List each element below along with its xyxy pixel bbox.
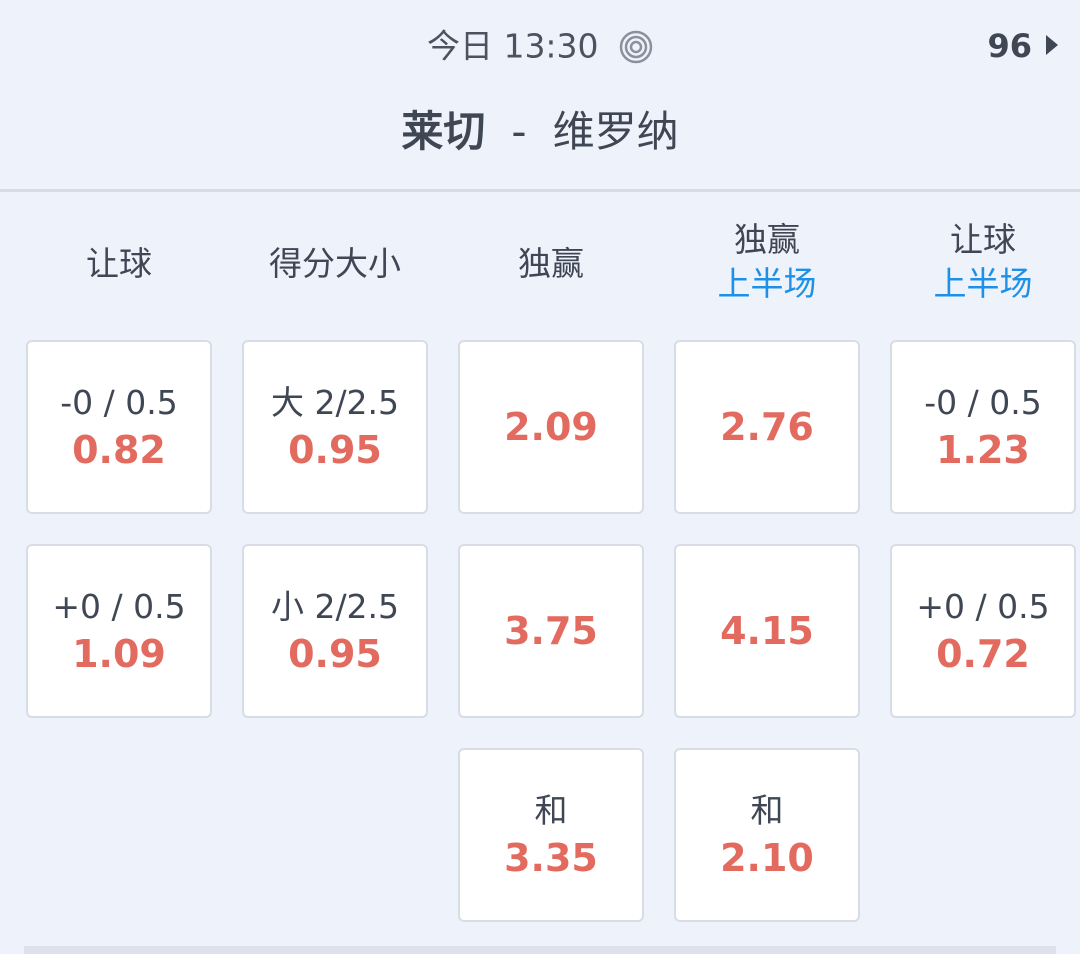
- odds-value: 0.95: [288, 632, 382, 676]
- odds-cell[interactable]: -0 / 0.5 0.82: [26, 340, 212, 514]
- odds-line: 和: [750, 791, 784, 830]
- odds-value: 0.95: [288, 428, 382, 472]
- odds-value: 3.35: [504, 836, 598, 880]
- odds-cell[interactable]: +0 / 0.5 0.72: [890, 544, 1076, 718]
- match-teams: 莱切 - 维罗纳: [0, 102, 1080, 162]
- column-header-sub: 上半场: [933, 264, 1033, 303]
- header-divider: [0, 189, 1080, 192]
- odds-value: 2.09: [504, 405, 598, 449]
- odds-line: 大 2/2.5: [270, 383, 400, 422]
- odds-cell[interactable]: 和 3.35: [458, 748, 644, 922]
- column-header: 得分大小: [240, 242, 430, 286]
- column-header-title: 让球: [86, 244, 152, 283]
- match-time: 今日 13:30: [426, 26, 599, 66]
- odds-cell[interactable]: 4.15: [674, 544, 860, 718]
- match-time-row: 今日 13:30: [0, 22, 1080, 70]
- column-header-title: 独赢: [734, 220, 800, 259]
- match-header: 今日 13:30 96 莱切 - 维罗纳: [0, 0, 1080, 190]
- odds-value: 4.15: [720, 609, 814, 653]
- odds-cell[interactable]: -0 / 0.5 1.23: [890, 340, 1076, 514]
- odds-cell[interactable]: 2.76: [674, 340, 860, 514]
- odds-line: 小 2/2.5: [270, 587, 400, 626]
- column-header: 独赢 上半场: [672, 218, 862, 306]
- column-header: 让球 上半场: [888, 218, 1078, 306]
- odds-cell[interactable]: 和 2.10: [674, 748, 860, 922]
- column-header-title: 得分大小: [269, 244, 401, 283]
- odds-value: 2.10: [720, 836, 814, 880]
- column-header-title: 独赢: [518, 244, 584, 283]
- odds-line: +0 / 0.5: [52, 587, 186, 626]
- odds-cell[interactable]: 3.75: [458, 544, 644, 718]
- odds-value: 0.82: [72, 428, 166, 472]
- odds-cell[interactable]: 大 2/2.5 0.95: [242, 340, 428, 514]
- away-team: 维罗纳: [552, 107, 679, 156]
- live-stream-icon[interactable]: [619, 30, 653, 64]
- odds-value: 3.75: [504, 609, 598, 653]
- odds-cell[interactable]: 小 2/2.5 0.95: [242, 544, 428, 718]
- bottom-bar: [24, 946, 1056, 954]
- odds-line: -0 / 0.5: [60, 383, 178, 422]
- odds-cell[interactable]: 2.09: [458, 340, 644, 514]
- odds-cell[interactable]: +0 / 0.5 1.09: [26, 544, 212, 718]
- odds-value: 0.72: [936, 632, 1030, 676]
- column-header-sub: 上半场: [717, 264, 817, 303]
- team-separator: -: [511, 107, 527, 156]
- odds-value: 1.09: [72, 632, 166, 676]
- odds-line: -0 / 0.5: [924, 383, 1042, 422]
- odds-value: 1.23: [936, 428, 1030, 472]
- more-markets-button[interactable]: 96: [987, 24, 1058, 68]
- column-header-title: 让球: [950, 220, 1016, 259]
- more-markets-count: 96: [987, 27, 1032, 65]
- column-header: 让球: [24, 242, 214, 286]
- column-header: 独赢: [456, 242, 646, 286]
- odds-line: 和: [534, 791, 568, 830]
- chevron-right-icon: [1046, 35, 1058, 55]
- odds-line: +0 / 0.5: [916, 587, 1050, 626]
- home-team: 莱切: [401, 107, 486, 156]
- odds-value: 2.76: [720, 405, 814, 449]
